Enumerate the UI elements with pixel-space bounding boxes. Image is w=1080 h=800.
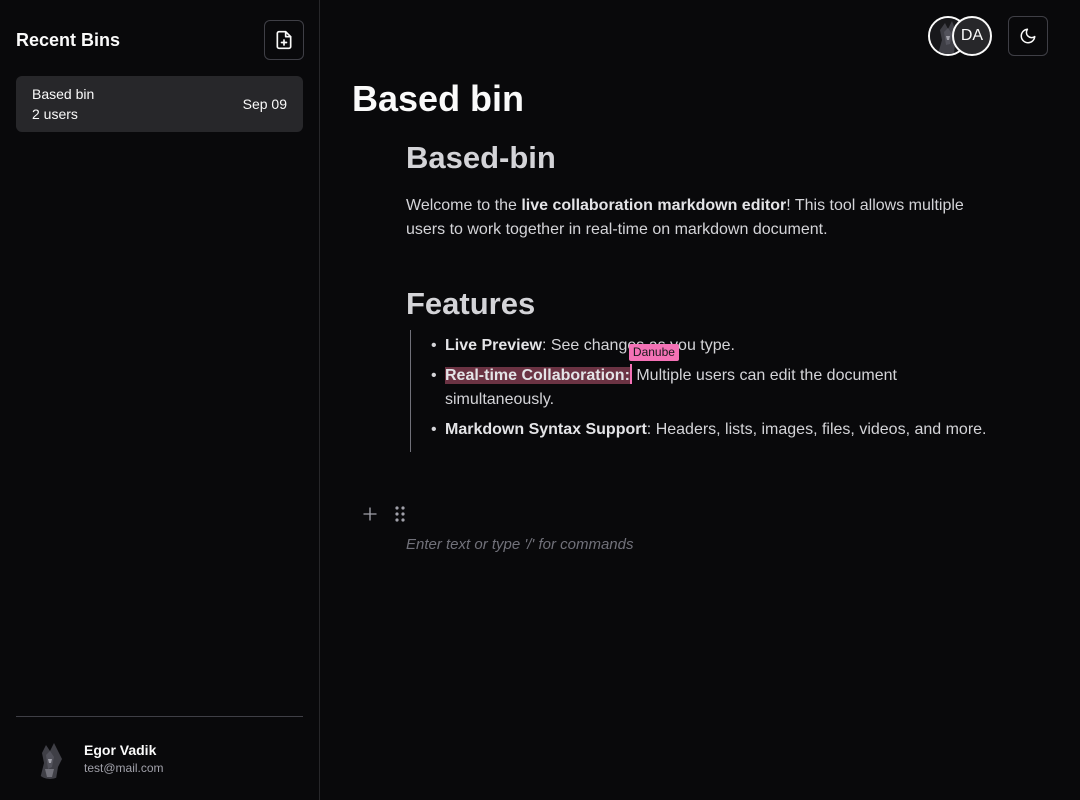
- paragraph-block[interactable]: Welcome to the live collaboration markdo…: [406, 194, 1006, 242]
- page-title: Based bin: [352, 78, 525, 119]
- collaborator-avatar-initials[interactable]: DA: [952, 16, 992, 56]
- blockquote-block[interactable]: Live Preview: See changes as you type. R…: [410, 330, 1006, 452]
- list-item[interactable]: Real-time Collaboration:Danube Multiple …: [431, 344, 1006, 412]
- file-plus-icon: [276, 30, 292, 50]
- heading-block-features[interactable]: Features: [406, 286, 1006, 326]
- editor-placeholder[interactable]: Enter text or type '/' for commands: [406, 536, 633, 553]
- bin-user-count: 2 users: [32, 106, 78, 122]
- bin-item[interactable]: Based bin 2 users Sep 09: [16, 76, 303, 132]
- grip-vertical-icon: [395, 506, 405, 522]
- user-name: Egor Vadik: [84, 742, 157, 758]
- list-item-text: : Headers, lists, images, files, videos,…: [646, 421, 987, 438]
- block-toolbar: [360, 504, 410, 524]
- plus-icon: [363, 507, 377, 521]
- list-item[interactable]: Markdown Syntax Support: Headers, lists,…: [431, 418, 1006, 442]
- list-item-bold: Markdown Syntax Support: [445, 421, 647, 438]
- bin-date: Sep 09: [242, 96, 287, 112]
- sidebar-title: Recent Bins: [16, 29, 121, 50]
- sidebar: Recent Bins Based bin 2 users Sep 09 Ego…: [0, 0, 320, 800]
- moon-icon: [1020, 28, 1036, 44]
- sidebar-header: Recent Bins: [16, 20, 304, 60]
- user-email: test@mail.com: [84, 761, 164, 775]
- bin-name: Based bin: [32, 86, 95, 102]
- list-item-bold: Live Preview: [445, 337, 542, 354]
- list-item[interactable]: Live Preview: See changes as you type.: [431, 334, 1006, 358]
- remote-cursor: Danube: [628, 344, 679, 384]
- intro-text-pre: Welcome to the: [406, 197, 522, 214]
- add-block-button[interactable]: [360, 504, 380, 524]
- theme-toggle-button[interactable]: [1008, 16, 1048, 56]
- new-bin-button[interactable]: [264, 20, 304, 60]
- user-profile[interactable]: Egor Vadik test@mail.com: [16, 716, 303, 800]
- heading-block[interactable]: Based-bin: [406, 140, 1006, 186]
- markdown-editor[interactable]: Based-bin Welcome to the live collaborat…: [406, 140, 1006, 452]
- drag-handle[interactable]: [390, 504, 410, 524]
- user-photo-icon: [40, 742, 62, 779]
- intro-text-bold: live collaboration markdown editor: [521, 197, 787, 214]
- remote-cursor-label: Danube: [628, 344, 679, 361]
- avatar: [32, 739, 68, 779]
- list-item-bold-selected: Real-time Collaboration:: [445, 367, 630, 384]
- collaborator-avatars: DA: [928, 16, 994, 56]
